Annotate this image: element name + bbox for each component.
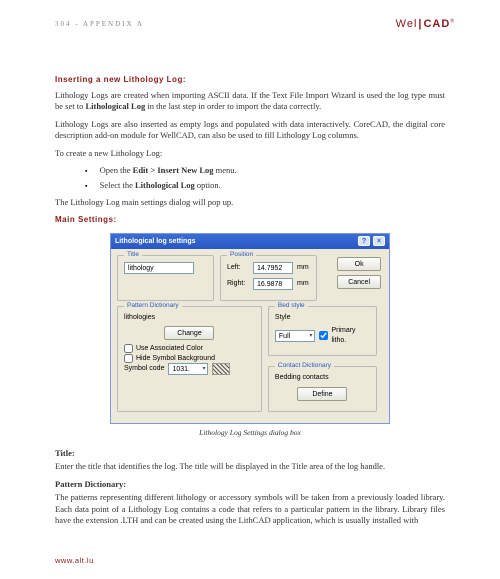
para-1: Lithology Logs are created when importin…: [55, 90, 445, 113]
unit-mm: mm: [297, 263, 309, 272]
bullet-2: Select the Lithological Log option.: [85, 180, 445, 191]
symbol-preview: [212, 363, 230, 375]
bullet-1: Open the Edit > Insert New Log menu.: [85, 165, 445, 176]
pattern-subheading: Pattern Dictionary:: [55, 479, 445, 490]
title-description: Enter the title that identifies the log.…: [55, 461, 445, 472]
bed-style-combo[interactable]: Full: [275, 330, 316, 342]
para-4: The Lithology Log main settings dialog w…: [55, 197, 445, 208]
title-subheading: Title:: [55, 448, 445, 459]
primary-litho-checkbox[interactable]: Primary litho.: [319, 326, 370, 345]
para-3: To create a new Lithology Log:: [55, 148, 445, 159]
window-controls[interactable]: ? ×: [357, 236, 385, 246]
page-info: 304 - APPENDIX A: [55, 20, 144, 28]
section-heading: Inserting a new Lithology Log:: [55, 75, 445, 86]
group-position-label: Position: [227, 251, 256, 260]
pattern-description: The patterns representing different lith…: [55, 492, 445, 526]
help-icon[interactable]: ?: [358, 236, 370, 246]
group-pattern-label: Pattern Dictionary: [124, 302, 182, 311]
define-button[interactable]: Define: [297, 387, 347, 401]
figure-caption: Lithology Log Settings dialog box: [55, 428, 445, 438]
right-label: Right:: [227, 279, 249, 288]
lithologies-label: lithologies: [124, 313, 255, 322]
group-bed-label: Bed style: [275, 302, 308, 311]
close-icon[interactable]: ×: [373, 236, 385, 246]
ok-button[interactable]: Ok: [337, 257, 381, 271]
group-contact-label: Contact Dictionary: [275, 362, 334, 371]
style-label: Style: [275, 313, 297, 322]
para-2: Lithology Logs are also inserted as empt…: [55, 119, 445, 142]
hide-symbol-bg-checkbox[interactable]: Hide Symbol Background: [124, 354, 255, 363]
unit-mm: mm: [297, 279, 309, 288]
right-field[interactable]: 16.9878: [253, 278, 293, 290]
use-assoc-color-checkbox[interactable]: Use Associated Color: [124, 344, 255, 353]
settings-dialog: Lithological log settings ? × Ok Cancel …: [110, 233, 390, 423]
symbol-code-field[interactable]: 1031.: [168, 363, 208, 375]
cancel-button[interactable]: Cancel: [337, 275, 381, 289]
footer-url: www.alt.lu: [55, 556, 94, 565]
brand-logo: Wel|CAD®: [396, 18, 455, 30]
left-field[interactable]: 14.7952: [253, 262, 293, 274]
bedding-contacts-label: Bedding contacts: [275, 373, 329, 382]
symbol-code-label: Symbol code: [124, 364, 164, 373]
group-title-label: Title: [124, 251, 142, 260]
section-heading-2: Main Settings:: [55, 215, 445, 226]
title-field[interactable]: lithology: [124, 262, 194, 274]
left-label: Left:: [227, 263, 249, 272]
dialog-title: Lithological log settings: [115, 237, 196, 246]
change-button[interactable]: Change: [164, 326, 214, 340]
